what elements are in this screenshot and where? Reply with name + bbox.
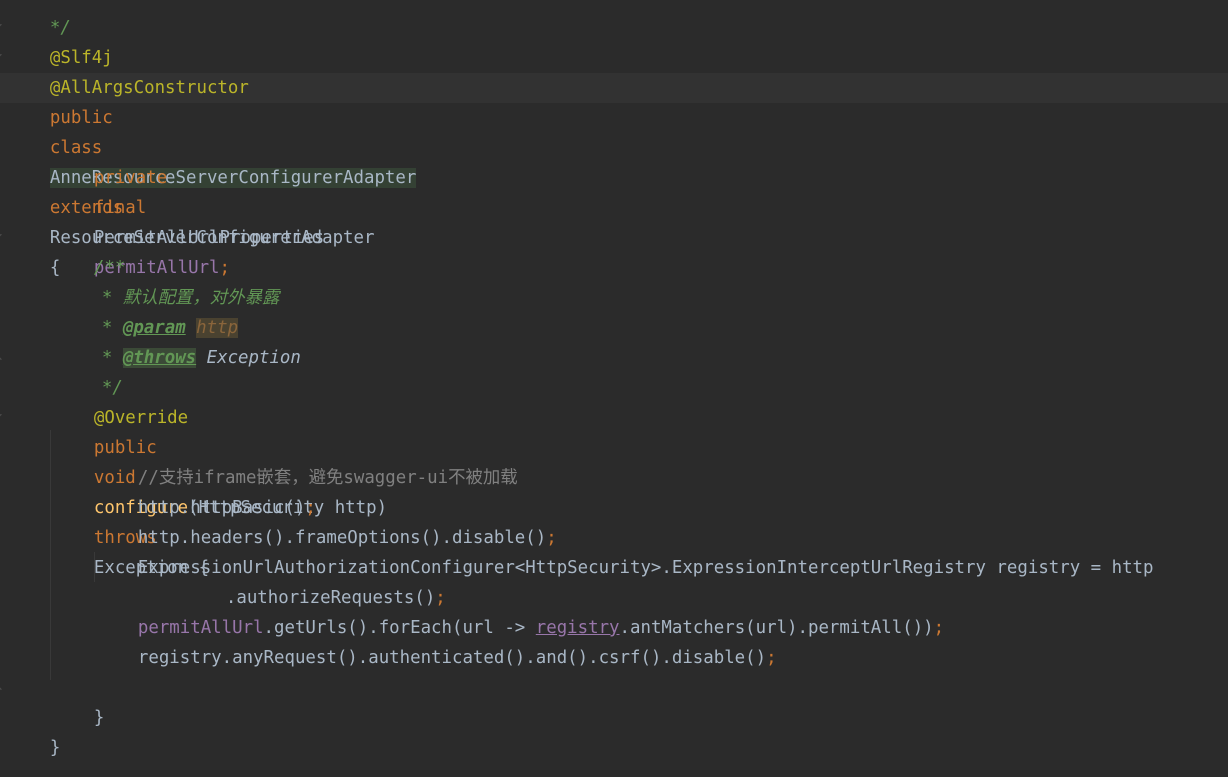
code-line: */ <box>8 0 71 38</box>
code-line: } <box>52 673 104 728</box>
fold-marker-icon[interactable]: ◸ <box>0 22 6 34</box>
keyword-private: private <box>93 168 168 188</box>
method-close-brace: } <box>93 708 105 728</box>
code-line: } <box>8 703 60 758</box>
javadoc-desc-line: * 默认配置，对外暴露 <box>60 253 279 308</box>
semicolon: ; <box>766 648 777 668</box>
fold-marker-icon[interactable]: ◸ <box>0 412 6 424</box>
indent-guide <box>50 430 51 680</box>
javadoc-open-line: /** <box>52 223 125 278</box>
code-line: @Slf4j <box>8 13 113 68</box>
code-line: permitAllUrl.getUrls().forEach(url -> re… <box>96 583 944 638</box>
fold-marker-icon[interactable]: ◺ <box>0 681 6 693</box>
fold-marker-icon[interactable]: ◸ <box>0 52 6 64</box>
javadoc-throws-line: * @throws Exception <box>60 313 301 368</box>
code-line: http.headers().frameOptions().disable(); <box>96 493 557 548</box>
javadoc-close-line: */ <box>60 343 123 398</box>
semicolon: ; <box>933 618 945 638</box>
fold-marker-icon[interactable]: ◸ <box>0 232 6 244</box>
code-line: @AllArgsConstructor <box>8 43 249 98</box>
line-comment-line: //支持iframe嵌套，避免swagger-ui不被加载 <box>96 433 518 488</box>
fold-marker-icon[interactable]: ◺ <box>0 351 6 363</box>
javadoc-throws-tag: @throws <box>122 348 197 368</box>
code-line: registry.anyRequest().authenticated().an… <box>96 613 777 668</box>
keyword-public: public <box>49 108 113 128</box>
code-line: http.httpBasic(); <box>96 463 316 518</box>
method-signature-line: public void configure(HttpSecurity http)… <box>52 403 387 578</box>
code-editor[interactable]: ◸ ◸ ◸ ◺ ◸ ◺ */ @Slf4j @AllArgsConstructo… <box>0 0 1228 777</box>
code-line: ExpressionUrlAuthorizationConfigurer<Htt… <box>96 523 1154 578</box>
code-line: @Override <box>52 373 188 428</box>
class-declaration-line: public class AnneResourceServerConfigure… <box>8 73 417 278</box>
code-line: .authorizeRequests(); <box>184 553 446 608</box>
javadoc-param-line: * @param http <box>60 283 239 338</box>
statement: registry.anyRequest().authenticated().an… <box>137 648 767 668</box>
class-close-brace: } <box>49 738 61 758</box>
field-declaration-line: private final PermitAllUrlProperties per… <box>52 133 324 278</box>
javadoc-throws-type: Exception <box>206 348 301 368</box>
field-type[interactable]: PermitAllUrlProperties <box>94 228 324 248</box>
keyword-final: final <box>93 198 147 218</box>
